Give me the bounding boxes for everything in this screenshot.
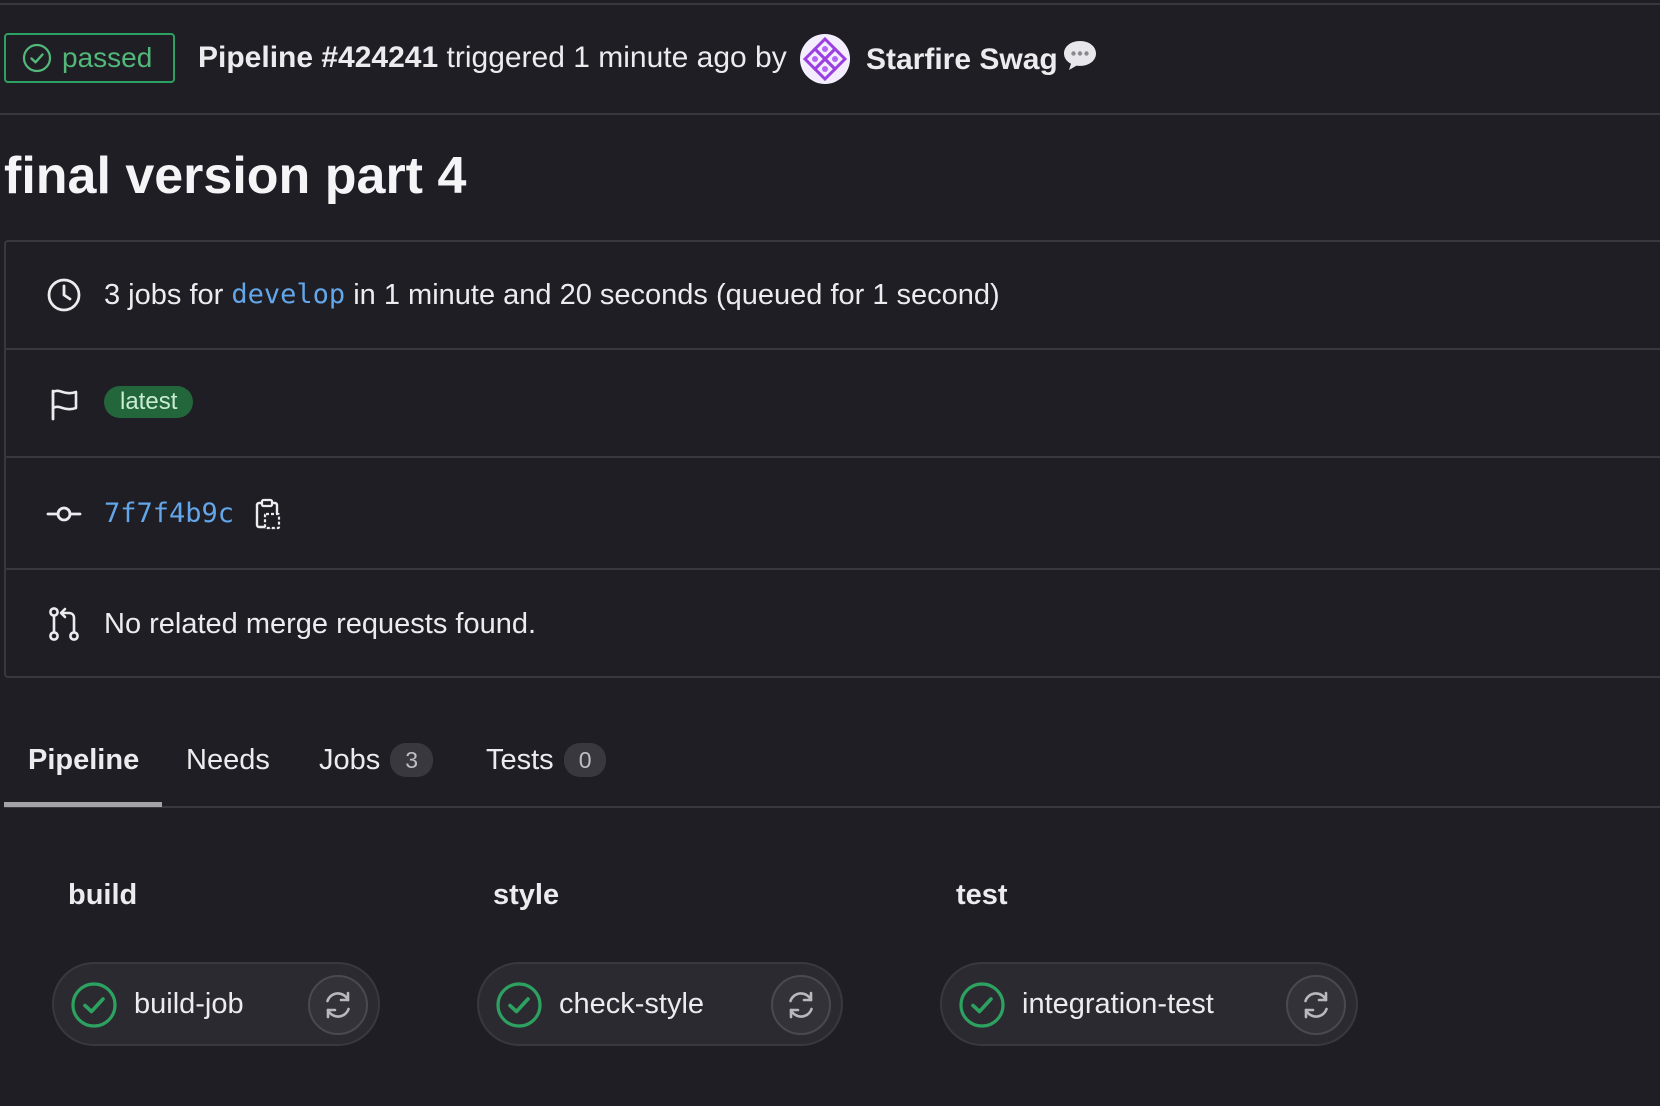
active-tab-indicator [4, 802, 162, 807]
tab-needs[interactable]: Needs [186, 740, 270, 806]
commit-info: 7f7f4b9c [104, 496, 282, 532]
flag-icon [51, 389, 78, 421]
status-badge[interactable]: passed [4, 33, 175, 83]
pipeline-info-box: 3 jobs for develop in 1 minute and 20 se… [4, 240, 1660, 678]
badges: latest [104, 386, 194, 418]
jobs-prefix: 3 jobs for [104, 279, 224, 311]
stage-title-build: build [68, 879, 138, 911]
success-check-icon [71, 982, 117, 1028]
success-check-icon [496, 982, 542, 1028]
tab-jobs-label: Jobs [319, 744, 381, 776]
author-name[interactable]: Starfire Swag [866, 40, 1058, 80]
retry-icon [326, 991, 350, 1019]
tab-pipeline-label: Pipeline [28, 744, 140, 776]
success-check-icon [959, 982, 1005, 1028]
jobs-summary-row: 3 jobs for develop in 1 minute and 20 se… [6, 242, 1660, 350]
job-name: integration-test [1022, 988, 1214, 1020]
retry-button[interactable] [1286, 975, 1346, 1035]
pipeline-tabs: Pipeline Needs Jobs 3 Tests 0 [4, 720, 1660, 808]
pipeline-id: Pipeline #424241 [198, 41, 439, 74]
job-name: build-job [134, 988, 244, 1020]
pipeline-summary: Pipeline #424241 triggered 1 minute ago … [198, 38, 787, 78]
commit-sha-link[interactable]: 7f7f4b9c [104, 496, 234, 532]
badges-row: latest [6, 350, 1660, 458]
merge-requests-text: No related merge requests found. [104, 608, 537, 640]
tab-pipeline[interactable]: Pipeline [28, 740, 139, 806]
job-integration-test[interactable]: integration-test [940, 962, 1358, 1046]
commit-icon [46, 506, 82, 522]
jobs-count-badge: 3 [390, 743, 434, 777]
commit-row: 7f7f4b9c [6, 458, 1660, 570]
latest-badge: latest [104, 386, 194, 418]
tab-jobs[interactable]: Jobs 3 [319, 740, 434, 806]
stage-title-style: style [493, 879, 560, 911]
pipeline-header: passed Pipeline #424241 triggered 1 minu… [0, 20, 1660, 115]
retry-button[interactable] [308, 975, 368, 1035]
retry-button[interactable] [771, 975, 831, 1035]
tab-tests[interactable]: Tests 0 [486, 740, 607, 806]
tab-needs-label: Needs [186, 744, 270, 776]
tab-tests-label: Tests [486, 744, 554, 776]
tests-count-badge: 0 [563, 743, 607, 777]
retry-icon [1304, 991, 1328, 1019]
page-title: final version part 4 [4, 147, 467, 205]
merge-request-icon [49, 607, 79, 641]
jobs-summary: 3 jobs for develop in 1 minute and 20 se… [104, 277, 1000, 313]
job-build-job[interactable]: build-job [52, 962, 380, 1046]
branch-link[interactable]: develop [231, 277, 345, 313]
jobs-suffix: in 1 minute and 20 seconds (queued for 1… [353, 279, 1000, 311]
stage-title-test: test [956, 879, 1008, 911]
job-check-style[interactable]: check-style [477, 962, 843, 1046]
status-label: passed [62, 42, 153, 73]
speech-bubble-icon [1064, 41, 1096, 70]
copy-to-clipboard-icon[interactable] [254, 498, 282, 530]
retry-icon [789, 991, 813, 1019]
clock-icon [47, 278, 81, 312]
top-divider [0, 3, 1660, 5]
triggered-text: triggered 1 minute ago by [446, 41, 787, 74]
avatar[interactable] [800, 34, 850, 84]
merge-requests-row: No related merge requests found. [6, 570, 1660, 678]
check-circle-icon [22, 43, 52, 73]
job-name: check-style [559, 988, 705, 1020]
avatar-pattern-icon [801, 35, 849, 83]
